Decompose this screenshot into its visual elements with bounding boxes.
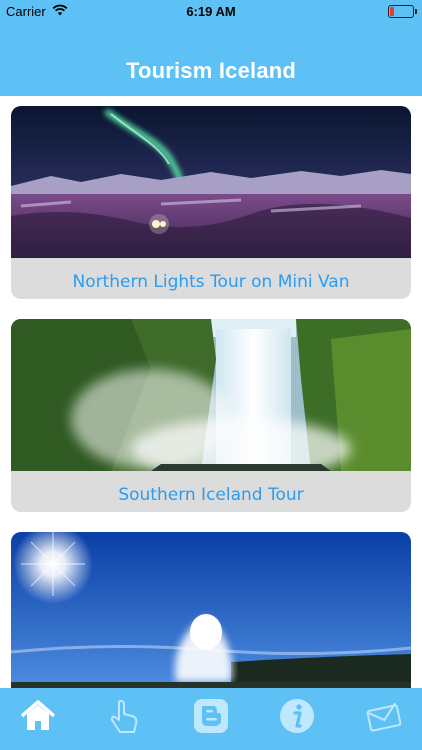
tab-blog[interactable] xyxy=(191,696,231,736)
home-icon xyxy=(20,700,56,730)
hand-pointer-icon xyxy=(110,699,138,733)
tour-list[interactable]: Northern Lights Tour on Mini Van Souther… xyxy=(0,96,422,688)
geyser-photo xyxy=(11,532,411,688)
tour-title[interactable]: Southern Iceland Tour xyxy=(11,485,411,505)
header: Carrier 6:19 AM Tourism Iceland xyxy=(0,0,422,96)
page-title: Tourism Iceland xyxy=(125,58,297,83)
info-icon xyxy=(280,699,314,733)
tab-bar xyxy=(0,688,422,750)
tab-contact[interactable] xyxy=(364,696,404,736)
tour-card-northern-lights[interactable]: Northern Lights Tour on Mini Van xyxy=(11,106,411,299)
tab-home[interactable] xyxy=(18,696,58,736)
tab-info[interactable] xyxy=(277,696,317,736)
mail-icon xyxy=(366,702,402,732)
tab-tap[interactable] xyxy=(104,696,144,736)
tour-title[interactable]: Northern Lights Tour on Mini Van xyxy=(11,272,411,292)
blogger-icon xyxy=(194,699,228,733)
waterfall-photo xyxy=(11,319,411,471)
status-time: 6:19 AM xyxy=(186,4,236,19)
tour-card-geyser[interactable] xyxy=(11,532,411,688)
status-bar: Carrier 6:19 AM xyxy=(0,0,422,24)
battery-icon xyxy=(388,5,417,18)
tour-card-southern-iceland[interactable]: Southern Iceland Tour xyxy=(11,319,411,512)
aurora-photo xyxy=(11,106,411,258)
